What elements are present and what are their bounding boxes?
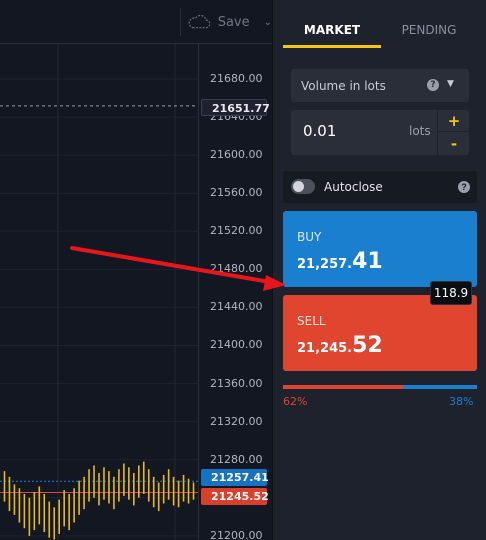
- sell-price-pips: 52: [352, 333, 383, 358]
- save-button[interactable]: Save ⌄: [180, 8, 272, 36]
- sell-price-main: 21,245.: [297, 341, 353, 356]
- price-tick-label: 21280.00: [210, 452, 263, 466]
- autoclose-label: Autoclose: [324, 180, 383, 194]
- toggle-knob: [293, 181, 304, 192]
- autoclose-toggle[interactable]: [291, 179, 315, 194]
- order-tabs: MARKET PENDING: [273, 0, 486, 48]
- spread-badge: 118.9: [430, 281, 472, 305]
- volume-type-dropdown[interactable]: Volume in lots ? ▼: [291, 69, 469, 102]
- autoclose-row: Autoclose ?: [283, 171, 477, 203]
- lots-stepper: + -: [437, 110, 470, 155]
- price-tick-label: 21520.00: [210, 224, 263, 238]
- lots-unit: lots: [409, 124, 431, 138]
- price-tick-label: 21440.00: [210, 300, 263, 314]
- price-axis[interactable]: 21200.0021240.0021280.0021320.0021360.00…: [198, 44, 272, 540]
- sell-price: 21,245.52: [297, 333, 383, 358]
- caret-down-icon: ▼: [447, 79, 454, 89]
- bid-price-tag: 21245.52: [201, 488, 269, 505]
- save-label: Save: [217, 14, 250, 30]
- price-tick-label: 21680.00: [210, 72, 263, 85]
- last-price-tag: 21651.77: [201, 99, 270, 116]
- sentiment-sell-percent: 62%: [283, 395, 308, 408]
- tab-market[interactable]: MARKET: [283, 0, 381, 48]
- question-circle-icon[interactable]: ?: [458, 181, 470, 193]
- chart-toolbar: Save ⌄: [0, 0, 272, 44]
- price-tick-label: 21200.00: [210, 528, 263, 540]
- chart-plot[interactable]: [0, 44, 198, 540]
- price-tick-label: 21560.00: [210, 186, 263, 200]
- chart-canvas: [0, 44, 198, 540]
- buy-price-pips: 41: [352, 249, 383, 274]
- sentiment-bar: [283, 385, 477, 389]
- lots-input[interactable]: [303, 122, 393, 140]
- sell-label: SELL: [297, 314, 326, 328]
- price-tick-label: 21480.00: [210, 262, 263, 276]
- question-circle-icon[interactable]: ?: [427, 79, 439, 91]
- sell-button[interactable]: SELL 21,245.52: [283, 295, 477, 371]
- buy-label: BUY: [297, 230, 322, 244]
- increase-lots-button[interactable]: +: [438, 110, 470, 132]
- tab-pending[interactable]: PENDING: [381, 0, 477, 48]
- price-tick-label: 21320.00: [210, 414, 263, 428]
- decrease-lots-button[interactable]: -: [438, 133, 470, 155]
- buy-price-main: 21,257.: [297, 257, 353, 272]
- price-chart[interactable]: Save ⌄ 21200.0021240.0021280.0021320.002…: [0, 0, 272, 540]
- price-tick-label: 21360.00: [210, 376, 263, 390]
- buy-price: 21,257.41: [297, 249, 383, 274]
- cloud-icon: [188, 14, 211, 29]
- order-panel: MARKET PENDING Volume in lots ? ▼ lots +…: [272, 0, 486, 540]
- buy-button[interactable]: BUY 21,257.41: [283, 211, 477, 287]
- lots-field: lots + -: [291, 110, 470, 155]
- price-tick-label: 21400.00: [210, 338, 263, 352]
- chevron-down-icon[interactable]: ⌄: [264, 17, 272, 28]
- sentiment-buy-percent: 38%: [449, 395, 474, 408]
- sentiment-sell-fill: [283, 385, 404, 389]
- volume-label: Volume in lots: [301, 78, 386, 93]
- ask-price-tag: 21257.41: [201, 469, 269, 486]
- price-tick-label: 21600.00: [210, 148, 263, 162]
